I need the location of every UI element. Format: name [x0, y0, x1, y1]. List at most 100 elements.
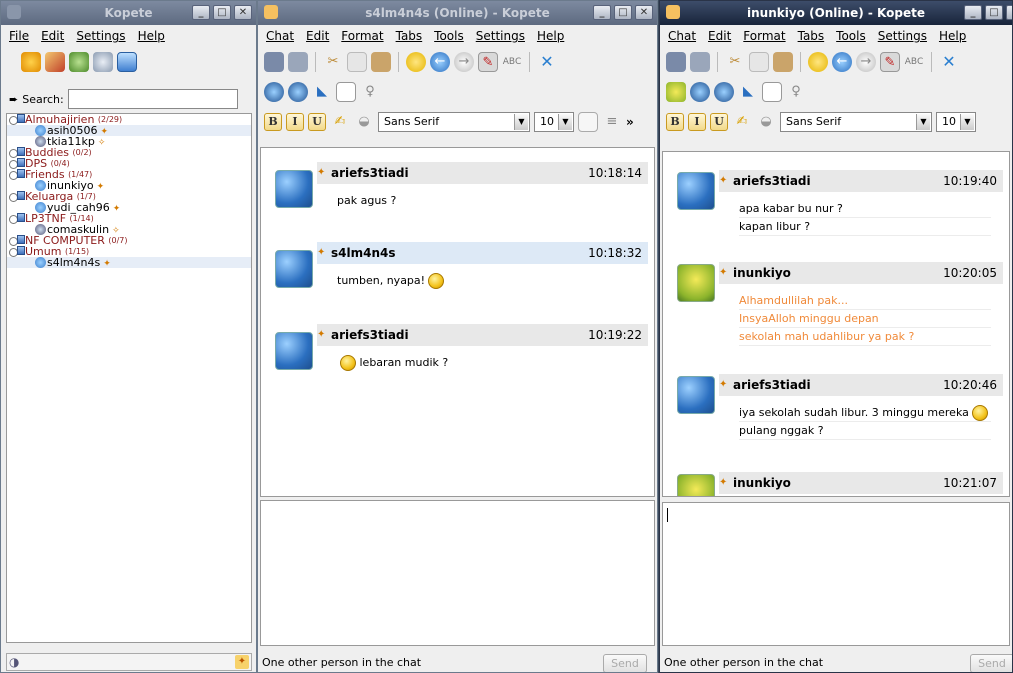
save-icon[interactable]	[666, 52, 686, 72]
menu-format[interactable]: Format	[743, 29, 785, 43]
chat1-titlebar[interactable]: s4lm4n4s (Online) - Kopete _ □ ✕	[258, 1, 657, 25]
underline-button[interactable]: U	[308, 113, 326, 131]
send-file-icon[interactable]: ◣	[738, 82, 758, 102]
emoticon-icon[interactable]	[406, 52, 426, 72]
history-forward-icon[interactable]: →	[454, 52, 474, 72]
menu-file[interactable]: File	[9, 29, 29, 43]
chat1-message-input[interactable]	[260, 500, 655, 646]
menu-edit[interactable]: Edit	[708, 29, 731, 43]
maximize-button[interactable]: □	[213, 5, 231, 20]
set-status-icon[interactable]	[21, 52, 41, 72]
history-forward-icon[interactable]: →	[856, 52, 876, 72]
menu-chat[interactable]: Chat	[266, 29, 294, 43]
contact-group[interactable]: Umum (1/15)	[7, 246, 251, 257]
contact-info-icon[interactable]	[690, 82, 710, 102]
menu-settings[interactable]: Settings	[476, 29, 525, 43]
menu-tools[interactable]: Tools	[836, 29, 866, 43]
close-button[interactable]: ✕	[234, 5, 252, 20]
history-back-icon[interactable]: ←	[832, 52, 852, 72]
font-family-select[interactable]: Sans Serif ▼	[378, 112, 530, 132]
send-file-icon[interactable]: ◣	[312, 82, 332, 102]
minimize-button[interactable]: _	[593, 5, 611, 20]
menu-settings[interactable]: Settings	[76, 29, 125, 43]
send-note-icon[interactable]	[336, 82, 356, 102]
background-color-icon[interactable]: ◒	[354, 112, 374, 132]
copy-icon[interactable]	[749, 52, 769, 72]
menu-format[interactable]: Format	[341, 29, 383, 43]
print-icon[interactable]	[690, 52, 710, 72]
menu-tools[interactable]: Tools	[434, 29, 464, 43]
contact-group[interactable]: LP3TNF (1/14)	[7, 213, 251, 224]
menu-edit[interactable]: Edit	[41, 29, 64, 43]
show-empty-groups-icon[interactable]	[117, 52, 137, 72]
cut-icon[interactable]: ✂	[725, 52, 745, 72]
edit-contact-icon[interactable]	[45, 52, 65, 72]
pen-icon[interactable]: ✎	[880, 52, 900, 72]
contact-properties-icon[interactable]	[714, 82, 734, 102]
background-color-icon[interactable]: ◒	[756, 112, 776, 132]
menu-tabs[interactable]: Tabs	[798, 29, 825, 43]
nudge-icon[interactable]: ♀	[360, 82, 380, 102]
paste-icon[interactable]	[773, 52, 793, 72]
contact-properties-icon[interactable]	[288, 82, 308, 102]
menu-tabs[interactable]: Tabs	[396, 29, 423, 43]
kopete-tray-icon[interactable]: ✦	[235, 655, 249, 669]
bold-button[interactable]: B	[666, 113, 684, 131]
minimize-button[interactable]: _	[192, 5, 210, 20]
menu-help[interactable]: Help	[138, 29, 165, 43]
show-offline-users-icon[interactable]	[93, 52, 113, 72]
contact-group[interactable]: Almuhajirien (2/29)	[7, 114, 251, 125]
chat2-message-input[interactable]	[662, 502, 1010, 646]
font-family-select[interactable]: Sans Serif ▼	[780, 112, 932, 132]
spellcheck-icon[interactable]: ABC	[904, 52, 924, 72]
history-back-icon[interactable]: ←	[430, 52, 450, 72]
font-size-select[interactable]: 10 ▼	[936, 112, 976, 132]
contact-group[interactable]: Keluarga (1/7)	[7, 191, 251, 202]
menu-settings[interactable]: Settings	[878, 29, 927, 43]
close-button[interactable]: ✕	[1006, 5, 1012, 20]
menu-edit[interactable]: Edit	[306, 29, 329, 43]
pen-icon[interactable]: ✎	[478, 52, 498, 72]
message-header: ✦ ariefs3tiadi 10:18:14	[317, 162, 648, 184]
close-chat-icon[interactable]: ✕	[939, 52, 959, 72]
align-center-icon[interactable]: ≡	[602, 112, 622, 132]
contact-info-icon[interactable]	[264, 82, 284, 102]
spellcheck-icon[interactable]: ABC	[502, 52, 522, 72]
contact-photo-icon[interactable]	[666, 82, 686, 102]
close-chat-icon[interactable]: ✕	[537, 52, 557, 72]
text-color-icon[interactable]: ✍	[732, 112, 752, 132]
send-button[interactable]: Send	[970, 654, 1012, 672]
bold-button[interactable]: B	[264, 113, 282, 131]
copy-icon[interactable]	[347, 52, 367, 72]
align-left-icon[interactable]	[578, 112, 598, 132]
text-color-icon[interactable]: ✍	[330, 112, 350, 132]
font-size-select[interactable]: 10 ▼	[534, 112, 574, 132]
contact-window-titlebar[interactable]: Kopete _ □ ✕	[1, 1, 256, 25]
online-status-icon[interactable]: ◑	[9, 655, 19, 669]
send-button[interactable]: Send	[603, 654, 647, 672]
maximize-button[interactable]: □	[614, 5, 632, 20]
contact-item[interactable]: asih0506 ✦	[7, 125, 251, 137]
cut-icon[interactable]: ✂	[323, 52, 343, 72]
close-button[interactable]: ✕	[635, 5, 653, 20]
underline-button[interactable]: U	[710, 113, 728, 131]
paste-icon[interactable]	[371, 52, 391, 72]
add-contact-icon[interactable]	[69, 52, 89, 72]
menu-help[interactable]: Help	[537, 29, 564, 43]
nudge-icon[interactable]: ♀	[786, 82, 806, 102]
emoticon-icon[interactable]	[808, 52, 828, 72]
maximize-button[interactable]: □	[985, 5, 1003, 20]
contact-group[interactable]: Friends (1/47)	[7, 169, 251, 180]
print-icon[interactable]	[288, 52, 308, 72]
menu-chat[interactable]: Chat	[668, 29, 696, 43]
italic-button[interactable]: I	[286, 113, 304, 131]
chat2-titlebar[interactable]: inunkiyo (Online) - Kopete _ □ ✕	[660, 1, 1012, 25]
send-note-icon[interactable]	[762, 82, 782, 102]
italic-button[interactable]: I	[688, 113, 706, 131]
save-icon[interactable]	[264, 52, 284, 72]
toolbar-overflow-icon[interactable]: »	[626, 115, 634, 129]
contact-item[interactable]: s4lm4n4s ✦	[7, 257, 251, 269]
minimize-button[interactable]: _	[964, 5, 982, 20]
menu-help[interactable]: Help	[939, 29, 966, 43]
search-input[interactable]	[67, 89, 238, 109]
